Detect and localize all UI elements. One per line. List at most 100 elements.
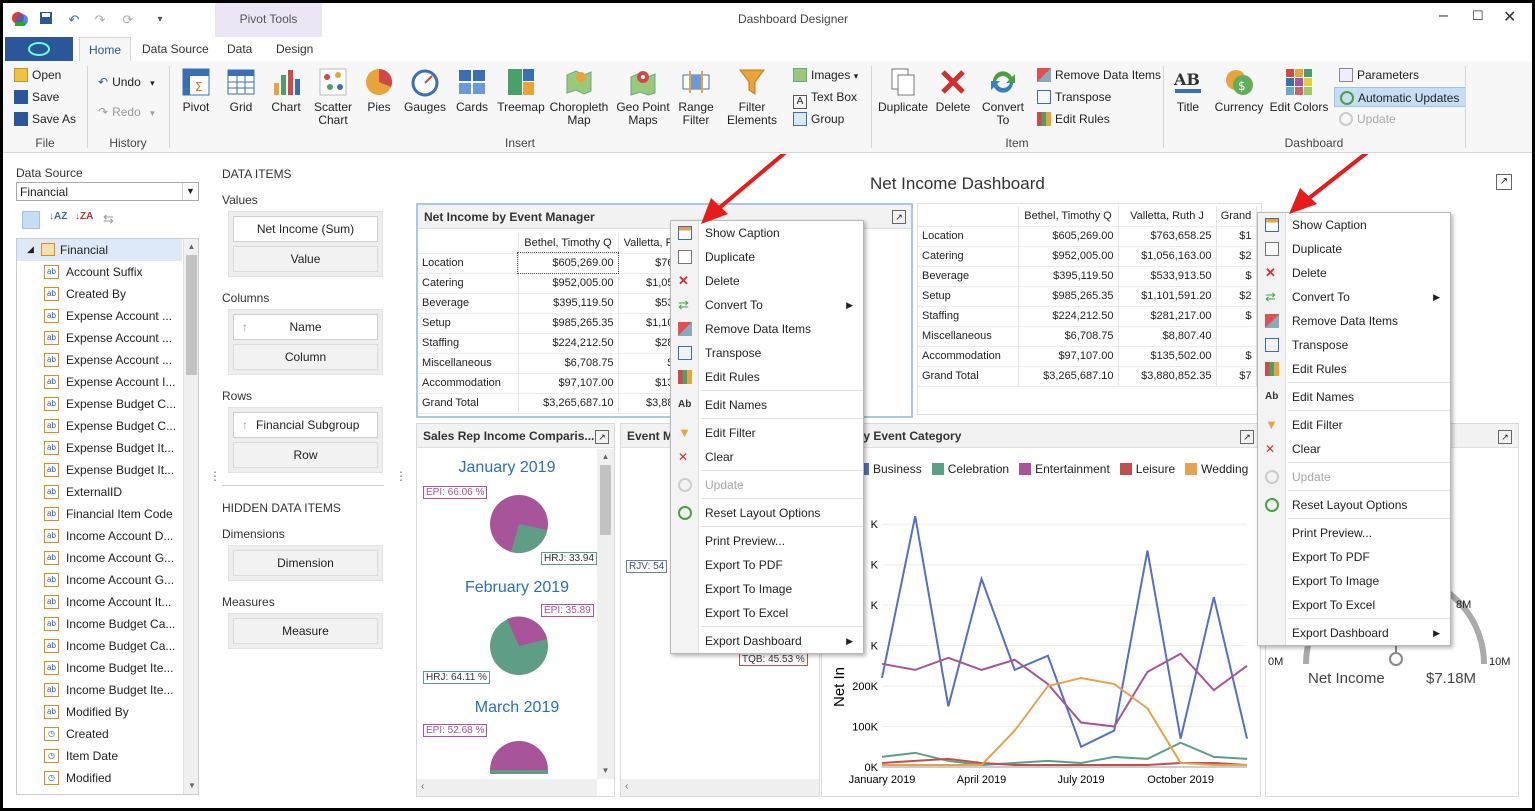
rows-drop-slot[interactable]: Row xyxy=(233,442,378,468)
menu-item-update[interactable]: Update xyxy=(671,473,863,497)
menu-item-export-to-excel[interactable]: Export To Excel xyxy=(671,601,863,625)
scatter-chart-button[interactable]: Scatter Chart xyxy=(308,67,358,127)
pivot-cell[interactable]: $605,269.00 xyxy=(517,252,619,274)
filter-elements-button[interactable]: Filter Elements xyxy=(721,67,783,127)
pivot-cell[interactable]: $ xyxy=(618,353,679,374)
save-icon[interactable] xyxy=(37,11,55,29)
field-item[interactable]: ab Modified By xyxy=(44,701,129,723)
pivot-row-header[interactable]: Setup xyxy=(918,286,1019,307)
field-item[interactable]: ab Income Budget Ite... xyxy=(44,657,173,679)
pivot-cell[interactable]: $2 xyxy=(1216,246,1257,267)
menu-item-delete[interactable]: ✕ Delete xyxy=(1258,261,1450,285)
menu-item-clear[interactable]: ✕ Clear xyxy=(1258,437,1450,461)
pivot-cell[interactable]: $952,005.00 xyxy=(518,273,619,294)
values-item[interactable]: Net Income (Sum) xyxy=(233,216,378,242)
pivot-column-header[interactable]: Valletta, F xyxy=(618,233,679,254)
pivot-column-header[interactable]: Grand xyxy=(1216,206,1257,227)
field-item[interactable]: ab Income Account G... xyxy=(44,547,174,569)
redo-button[interactable]: ↷ Redo ▾ xyxy=(98,102,155,122)
line-chart-item[interactable]: e by Event Category ↗ Business Celebratio… xyxy=(821,423,1261,797)
tab-design[interactable]: Design xyxy=(267,37,322,61)
pivot-cell[interactable]: $1 xyxy=(1216,226,1257,247)
legend-item[interactable]: Leisure xyxy=(1110,462,1175,476)
group-by-type-icon[interactable] xyxy=(22,211,40,229)
pies-button[interactable]: Pies xyxy=(358,67,400,114)
field-item[interactable]: ab Expense Account ... xyxy=(44,349,172,371)
field-item[interactable]: ab Income Account It... xyxy=(44,591,171,613)
field-item[interactable]: ◷ Created xyxy=(44,723,109,745)
field-item[interactable]: ab Expense Budget C... xyxy=(44,415,176,437)
menu-item-duplicate[interactable]: Duplicate xyxy=(671,245,863,269)
pivot-cell[interactable]: $224,212.50 xyxy=(1018,306,1119,327)
pies-item[interactable]: Sales Rep Income Comparis... ↗ January 2… xyxy=(416,423,615,797)
pivot-cell[interactable]: $985,265.35 xyxy=(1018,286,1119,307)
pivot-row-header[interactable]: Grand Total xyxy=(418,393,519,414)
scroll-thumb[interactable] xyxy=(600,465,611,535)
close-icon[interactable]: ✕ xyxy=(1503,7,1516,27)
convert-to-button[interactable]: Convert To xyxy=(977,67,1029,127)
pivot-cell[interactable]: $395,119.50 xyxy=(518,293,619,314)
pivot-cell[interactable]: $224,212.50 xyxy=(518,333,619,354)
pivot-cell[interactable]: $1,10 xyxy=(618,313,679,334)
pivot-cell[interactable]: $1,05 xyxy=(618,273,679,294)
pivot-cell[interactable]: $ xyxy=(1216,306,1257,327)
menu-item-export-to-pdf[interactable]: Export To PDF xyxy=(671,553,863,577)
tab-home[interactable]: Home xyxy=(79,37,132,61)
legend-item[interactable]: Entertainment xyxy=(1009,462,1110,476)
scroll-down-icon[interactable]: ▼ xyxy=(597,763,614,779)
data-source-select[interactable]: Financial ▼ xyxy=(16,182,199,201)
pies-hscrollbar[interactable]: ‹ xyxy=(417,779,597,796)
scroll-thumb[interactable] xyxy=(186,255,197,375)
menu-item-edit-filter[interactable]: ▼ Edit Filter xyxy=(1258,413,1450,437)
pivot-row-header[interactable]: Beverage xyxy=(418,293,519,314)
undo-button[interactable]: ↶ Undo ▾ xyxy=(98,72,155,92)
pivot-cell[interactable]: $76 xyxy=(618,253,679,274)
pivot-cell[interactable]: $6,708.75 xyxy=(1018,326,1119,347)
cards-button[interactable]: Cards xyxy=(451,67,493,114)
expand-icon[interactable]: ◢ xyxy=(27,244,34,255)
pivot-cell[interactable]: $2 xyxy=(1216,286,1257,307)
edit-colors-button[interactable]: Edit Colors xyxy=(1269,67,1329,114)
pivot-cell[interactable]: $3,265,687.10 xyxy=(1018,366,1119,387)
pivot-cell[interactable]: $395,119.50 xyxy=(1018,266,1119,287)
pivot-cell[interactable]: $3,880,852.35 xyxy=(1118,366,1217,387)
images-button[interactable]: Images ▾ xyxy=(793,65,858,85)
pivot-cell[interactable]: $605,269.00 xyxy=(1018,226,1119,247)
pivot-cell[interactable]: $8,807.40 xyxy=(1118,326,1217,347)
pivot-row-header[interactable]: Grand Total xyxy=(918,366,1019,387)
menu-item-convert-to[interactable]: ⇄ Convert To ▶ xyxy=(1258,285,1450,309)
treemap-button[interactable]: Treemap xyxy=(496,67,546,114)
export-icon[interactable]: ↗ xyxy=(1496,174,1512,190)
values-drop-slot[interactable]: Value xyxy=(233,246,378,272)
pivot-cell[interactable]: $3,88 xyxy=(618,393,679,414)
group-button[interactable]: Group xyxy=(793,109,844,129)
pivot-row-header[interactable]: Miscellaneous xyxy=(418,353,519,374)
maximize-icon[interactable]: ☐ xyxy=(1472,8,1484,24)
menu-item-remove-data-items[interactable]: Remove Data Items xyxy=(1258,309,1450,333)
menu-item-edit-filter[interactable]: ▼ Edit Filter xyxy=(671,421,863,445)
geo-point-maps-button[interactable]: Geo Point Maps xyxy=(615,67,671,127)
file-menu-button[interactable] xyxy=(5,37,73,61)
pivot-cell[interactable]: $3,265,687.10 xyxy=(518,393,619,414)
field-item[interactable]: ◷ Modified xyxy=(44,767,111,789)
pivot-cell[interactable]: $ xyxy=(1216,266,1257,287)
menu-item-update[interactable]: Update xyxy=(1258,465,1450,489)
edit-rules-button[interactable]: Edit Rules xyxy=(1037,109,1110,129)
menu-item-export-dashboard[interactable]: Export Dashboard ▶ xyxy=(671,629,863,653)
duplicate-button[interactable]: Duplicate xyxy=(877,67,929,114)
pivot-cell[interactable]: $985,265.35 xyxy=(518,313,619,334)
splitter-grip-icon[interactable]: ⋮ xyxy=(395,469,407,483)
pivot-row-header[interactable]: Miscellaneous xyxy=(918,326,1019,347)
menu-item-reset-layout-options[interactable]: Reset Layout Options xyxy=(1258,493,1450,517)
field-item[interactable]: ab Expense Budget It... xyxy=(44,459,174,481)
legend-item[interactable]: Wedding xyxy=(1175,462,1248,476)
field-item[interactable]: ab Expense Account I... xyxy=(44,371,175,393)
pivot-cell[interactable]: $7 xyxy=(1216,366,1257,387)
legend-item[interactable]: Business xyxy=(857,462,922,476)
pivot-button[interactable]: Σ Pivot xyxy=(175,67,217,114)
scroll-down-icon[interactable]: ▼ xyxy=(184,778,198,794)
field-item[interactable]: ab Income Account G... xyxy=(44,569,174,591)
scroll-up-icon[interactable]: ▲ xyxy=(184,239,198,255)
refresh-icon[interactable]: ⟳ xyxy=(119,11,137,29)
pivot-cell[interactable]: $1,056,163.00 xyxy=(1118,246,1217,267)
